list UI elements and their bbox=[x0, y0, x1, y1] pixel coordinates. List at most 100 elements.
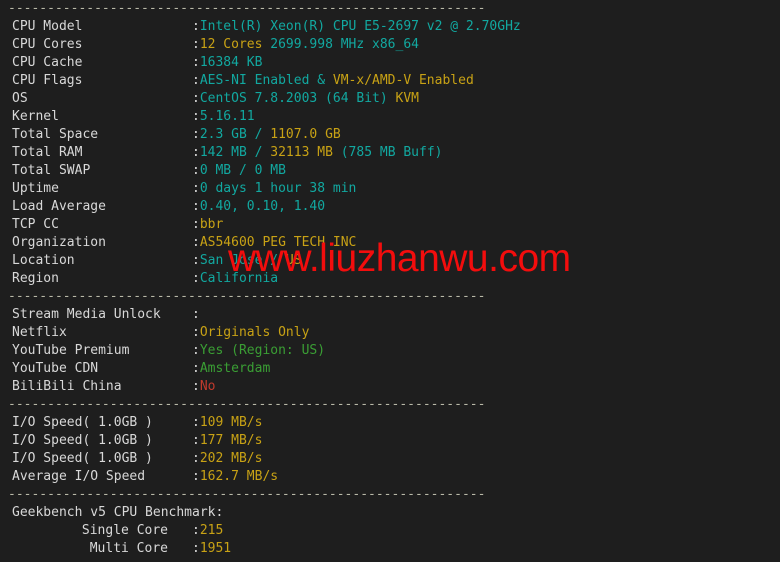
row-value-tail: 2699.998 MHz x86_64 bbox=[262, 37, 419, 52]
row-value-accent: bbr bbox=[199, 217, 224, 232]
row-colon: : bbox=[192, 271, 200, 286]
separator-line: ----------------------------------------… bbox=[8, 487, 486, 502]
row-value-primary: CentOS 7.8.2003 (64 Bit) bbox=[199, 91, 396, 106]
row-label: Organization bbox=[12, 235, 106, 250]
info-row-cpu-cache: CPU Cache:16384 KB bbox=[0, 54, 780, 72]
info-row-kernel: Kernel:5.16.11 bbox=[0, 108, 780, 126]
row-value-primary: 0.40, 0.10, 1.40 bbox=[199, 199, 326, 214]
stream-row-youtube-premium: YouTube Premium:Yes (Region: US) bbox=[0, 342, 780, 360]
row-label: Single Core bbox=[81, 523, 168, 538]
row-label: CPU Model bbox=[12, 19, 83, 34]
row-colon: : bbox=[192, 541, 200, 556]
info-row-tcp-cc: TCP CC:bbr bbox=[0, 216, 780, 234]
row-label: Region bbox=[12, 271, 59, 286]
row-value-primary: 2.3 GB / bbox=[199, 127, 271, 142]
row-colon: : bbox=[192, 361, 200, 376]
io-row-3: I/O Speed( 1.0GB ):202 MB/s bbox=[0, 450, 780, 468]
geekbench-section: Geekbench v5 CPU Benchmark: Single Core:… bbox=[0, 504, 780, 558]
row-colon: : bbox=[192, 451, 200, 466]
row-colon: : bbox=[192, 253, 200, 268]
row-label: I/O Speed( 1.0GB ) bbox=[12, 415, 153, 430]
row-label: CPU Cores bbox=[12, 37, 83, 52]
row-value-primary: 16384 KB bbox=[199, 55, 263, 70]
row-colon: : bbox=[192, 217, 200, 232]
system-info-section: CPU Model:Intel(R) Xeon(R) CPU E5-2697 v… bbox=[0, 18, 780, 288]
info-row-total-swap: Total SWAP:0 MB / 0 MB bbox=[0, 162, 780, 180]
info-row-cpu-flags: CPU Flags:AES-NI Enabled & VM-x/AMD-V En… bbox=[0, 72, 780, 90]
row-colon: : bbox=[192, 181, 200, 196]
info-row-region: Region:California bbox=[0, 270, 780, 288]
row-label: BiliBili China bbox=[12, 379, 122, 394]
row-colon: : bbox=[192, 235, 200, 250]
separator-line: ----------------------------------------… bbox=[8, 289, 486, 304]
row-label: YouTube Premium bbox=[12, 343, 130, 358]
row-colon: : bbox=[192, 469, 200, 484]
row-value-accent: US bbox=[285, 253, 302, 268]
stream-row-youtube-cdn: YouTube CDN:Amsterdam bbox=[0, 360, 780, 378]
row-label: Load Average bbox=[12, 199, 106, 214]
row-value-accent: VM-x/AMD-V Enabled bbox=[332, 73, 474, 88]
row-colon: : bbox=[192, 433, 200, 448]
row-value: 202 MB/s bbox=[199, 451, 263, 466]
row-label: Total RAM bbox=[12, 145, 83, 160]
io-row-2: I/O Speed( 1.0GB ):177 MB/s bbox=[0, 432, 780, 450]
row-value-accent: 32113 MB bbox=[270, 145, 333, 160]
stream-media-section: Stream Media Unlock: Netflix:Originals O… bbox=[0, 306, 780, 396]
io-speed-section: I/O Speed( 1.0GB ): 109 MB/s I/O Speed( 1… bbox=[0, 414, 780, 486]
row-value-accent: KVM bbox=[395, 91, 419, 106]
row-value: Yes (Region: US) bbox=[199, 343, 326, 358]
row-colon: : bbox=[192, 307, 200, 322]
row-colon: : bbox=[192, 109, 200, 124]
row-value-primary: California bbox=[199, 271, 279, 286]
separator-line: ----------------------------------------… bbox=[8, 397, 486, 412]
row-value-primary: 0 days 1 hour 38 min bbox=[199, 181, 357, 196]
row-colon: : bbox=[192, 127, 200, 142]
row-label: Netflix bbox=[12, 325, 67, 340]
row-value: 1951 bbox=[199, 541, 232, 556]
row-colon: : bbox=[192, 325, 200, 340]
row-label: Location bbox=[12, 253, 75, 268]
separator-line: ----------------------------------------… bbox=[8, 1, 486, 16]
row-colon: : bbox=[192, 145, 200, 160]
row-value-tail: (785 MB Buff) bbox=[332, 145, 443, 160]
stream-row-netflix: Netflix:Originals Only bbox=[0, 324, 780, 342]
row-colon: : bbox=[192, 379, 200, 394]
row-colon: : bbox=[192, 163, 200, 178]
row-value: 162.7 MB/s bbox=[199, 469, 279, 484]
geekbench-row-multi-core: Multi Core:1951 bbox=[0, 540, 780, 558]
bottom-spacer bbox=[0, 558, 780, 562]
row-colon: : bbox=[192, 19, 200, 34]
row-label: Kernel bbox=[12, 109, 59, 124]
row-label: OS bbox=[12, 91, 28, 106]
info-row-location: Location:San Jose / US bbox=[0, 252, 780, 270]
terminal-window: ----------------------------------------… bbox=[0, 0, 780, 562]
geekbench-title: Geekbench v5 CPU Benchmark: bbox=[12, 505, 224, 520]
stream-row-bilibili-china: BiliBili China:No bbox=[0, 378, 780, 396]
row-label: YouTube CDN bbox=[12, 361, 99, 376]
info-row-cpu-cores: CPU Cores:12 Cores 2699.998 MHz x86_64 bbox=[0, 36, 780, 54]
row-colon: : bbox=[192, 343, 200, 358]
row-value-primary: San Jose / bbox=[199, 253, 286, 268]
row-label: CPU Cache bbox=[12, 55, 83, 70]
row-value-primary: AES-NI Enabled & bbox=[199, 73, 333, 88]
row-colon: : bbox=[192, 523, 200, 538]
row-value: 177 MB/s bbox=[199, 433, 263, 448]
row-value-primary: 5.16.11 bbox=[199, 109, 255, 124]
info-row-organization: Organization:AS54600 PEG TECH INC bbox=[0, 234, 780, 252]
row-label: Total Space bbox=[12, 127, 99, 142]
row-value: 109 MB/s bbox=[199, 415, 263, 430]
io-row-average: Average I/O Speed:162.7 MB/s bbox=[0, 468, 780, 486]
row-label: I/O Speed( 1.0GB ) bbox=[12, 451, 153, 466]
row-label: Average I/O Speed bbox=[12, 469, 146, 484]
row-value-accent: 1107.0 GB bbox=[270, 127, 341, 142]
row-label: Uptime bbox=[12, 181, 59, 196]
geekbench-row-single-core: Single Core:215 bbox=[0, 522, 780, 540]
row-value-primary: 0 MB / 0 MB bbox=[199, 163, 286, 178]
row-value: Originals Only bbox=[199, 325, 310, 340]
info-row-load-average: Load Average:0.40, 0.10, 1.40 bbox=[0, 198, 780, 216]
row-label: Total SWAP bbox=[12, 163, 91, 178]
info-row-cpu-model: CPU Model:Intel(R) Xeon(R) CPU E5-2697 v… bbox=[0, 18, 780, 36]
row-value: Amsterdam bbox=[199, 361, 271, 376]
row-value-accent: AS54600 PEG TECH INC bbox=[199, 235, 357, 250]
row-colon: : bbox=[192, 73, 200, 88]
